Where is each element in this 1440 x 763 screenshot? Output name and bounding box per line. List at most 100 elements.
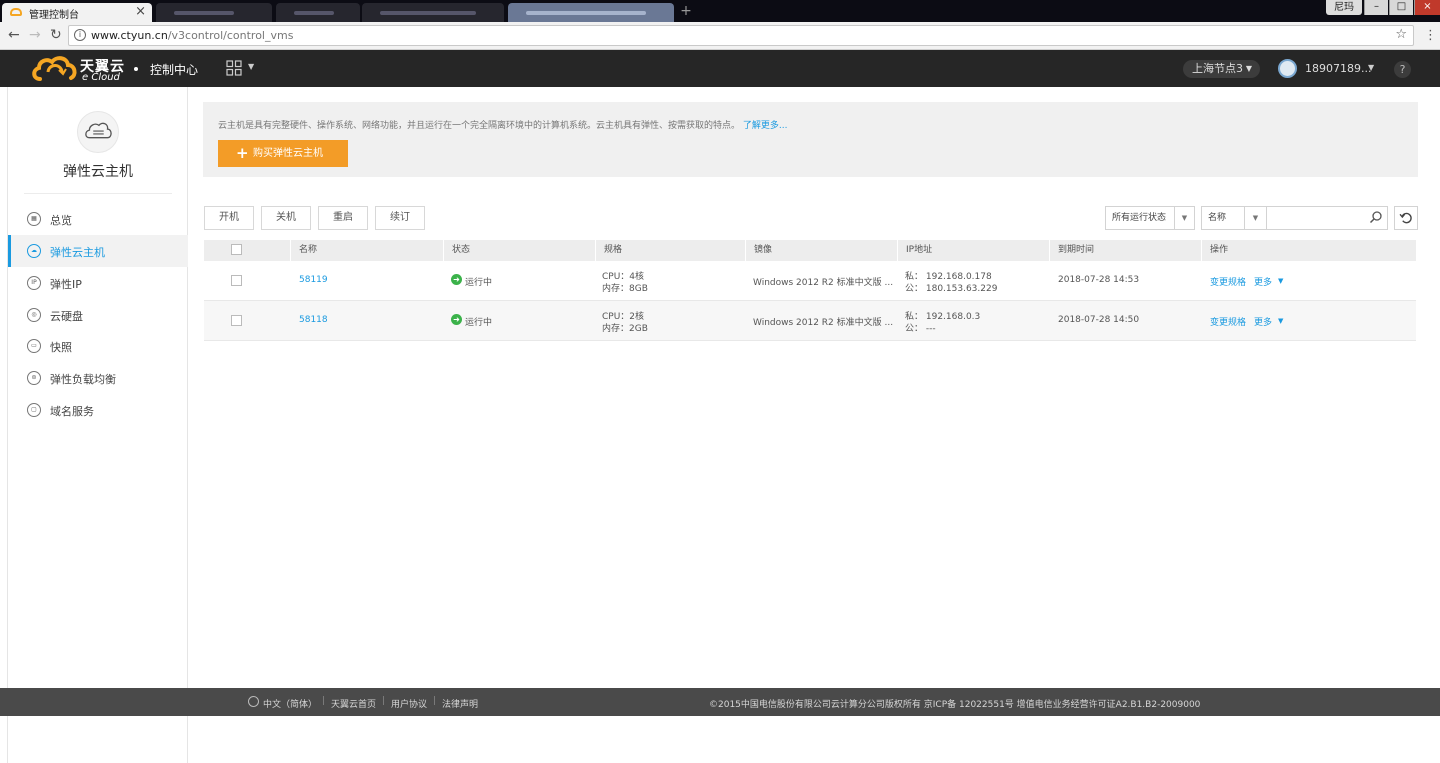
status-badge: 运行中 bbox=[465, 278, 493, 288]
column-header-name[interactable]: 名称 bbox=[290, 240, 442, 261]
public-ip: 公： --- bbox=[905, 324, 936, 334]
restart-button[interactable]: 重启 bbox=[318, 206, 368, 230]
footer: 中文（简体） | 天翼云首页 | 用户协议 | 法律声明 ©2015中国电信股份… bbox=[0, 688, 1440, 716]
search-icon[interactable] bbox=[1369, 210, 1383, 224]
user-name[interactable]: 18907189... bbox=[1305, 62, 1371, 75]
info-panel: 云主机是具有完整硬件、操作系统、网络功能，并且运行在一个完全隔离环境中的计算机系… bbox=[203, 102, 1418, 177]
select-all-checkbox[interactable] bbox=[231, 244, 242, 255]
column-header-ip[interactable]: IP地址 bbox=[897, 240, 1049, 261]
new-tab-button[interactable]: + bbox=[678, 3, 694, 19]
more-actions-link[interactable]: 更多 bbox=[1254, 275, 1272, 288]
stop-button[interactable]: 关机 bbox=[261, 206, 311, 230]
ctyun-favicon-icon bbox=[10, 8, 22, 16]
window-close-button[interactable]: × bbox=[1414, 0, 1440, 15]
search-field-select[interactable]: 名称 ▼ bbox=[1201, 206, 1267, 230]
sidebar-item-snapshot[interactable]: ▭ 快照 bbox=[8, 330, 188, 362]
forward-arrow-icon[interactable]: → bbox=[29, 27, 41, 43]
vm-icon: ☁ bbox=[27, 244, 41, 258]
sidebar-item-disk[interactable]: ◎ 云硬盘 bbox=[8, 299, 188, 331]
sidebar-title: 弹性云主机 bbox=[63, 164, 133, 180]
sidebar-item-label: 域名服务 bbox=[50, 405, 94, 418]
row-checkbox[interactable] bbox=[231, 275, 242, 286]
region-label: 上海节点3 bbox=[1192, 62, 1243, 75]
divider: | bbox=[433, 696, 437, 706]
apps-grid-icon[interactable] bbox=[226, 60, 242, 76]
sidebar-item-vm[interactable]: ☁ 弹性云主机 bbox=[8, 235, 188, 267]
row-checkbox[interactable] bbox=[231, 315, 242, 326]
expire-time: 2018-07-28 14:50 bbox=[1058, 315, 1140, 325]
load-balancer-icon: ⊜ bbox=[27, 371, 41, 385]
change-spec-link[interactable]: 变更规格 bbox=[1210, 275, 1246, 288]
spec-memory: 内存：8GB bbox=[602, 284, 648, 294]
back-arrow-icon[interactable]: ← bbox=[8, 27, 20, 43]
tab-background[interactable] bbox=[276, 3, 360, 22]
status-filter-value: 所有运行状态 bbox=[1112, 213, 1167, 223]
reload-icon[interactable]: ↻ bbox=[50, 27, 62, 43]
image-name: Windows 2012 R2 标准中文版 ... bbox=[753, 318, 894, 328]
chevron-down-icon[interactable]: ▼ bbox=[248, 62, 254, 71]
tab-console[interactable]: 管理控制台 × bbox=[2, 3, 152, 22]
sidebar-item-overview[interactable]: ▦ 总览 bbox=[8, 203, 188, 235]
column-header-actions: 操作 bbox=[1201, 240, 1416, 261]
info-icon[interactable]: i bbox=[74, 29, 86, 41]
home-link[interactable]: 天翼云首页 bbox=[331, 697, 376, 710]
maximize-button[interactable]: □ bbox=[1389, 0, 1413, 15]
change-spec-link[interactable]: 变更规格 bbox=[1210, 315, 1246, 328]
url-path: /v3control/control_vms bbox=[167, 29, 294, 42]
tab-background[interactable] bbox=[156, 3, 272, 22]
learn-more-link[interactable]: 了解更多... bbox=[743, 121, 788, 131]
sidebar-item-label: 弹性IP bbox=[50, 278, 82, 291]
tab-background[interactable] bbox=[508, 3, 674, 22]
language-link[interactable]: 中文（简体） bbox=[263, 697, 317, 710]
minimize-button[interactable]: – bbox=[1364, 0, 1388, 15]
status-badge: 运行中 bbox=[465, 318, 493, 328]
sidebar-item-eip[interactable]: IP 弹性IP bbox=[8, 267, 188, 299]
tab-background[interactable] bbox=[362, 3, 504, 22]
agreement-link[interactable]: 用户协议 bbox=[391, 697, 427, 710]
disk-icon: ◎ bbox=[27, 308, 41, 322]
table-row[interactable]: 58118 ➜ 运行中 CPU：2核 内存：2GB Windows 2012 R… bbox=[204, 301, 1416, 341]
column-header-spec[interactable]: 规格 bbox=[595, 240, 745, 261]
browser-user-badge[interactable]: 尼玛 bbox=[1326, 0, 1362, 15]
help-icon[interactable]: ? bbox=[1394, 61, 1411, 78]
sidebar-item-elb[interactable]: ⊜ 弹性负载均衡 bbox=[8, 362, 188, 394]
browser-menu-icon[interactable]: ⋮ bbox=[1424, 28, 1437, 43]
url-host: www.ctyun.cn bbox=[91, 29, 168, 42]
sidebar-item-dns[interactable]: ▢ 域名服务 bbox=[8, 394, 188, 426]
vm-name-link[interactable]: 58118 bbox=[299, 315, 328, 325]
sidebar-item-label: 总览 bbox=[50, 214, 72, 227]
site-header: 天翼云 e Cloud 控制中心 ▼ 上海节点3 ▼ 18907189... ▼… bbox=[0, 50, 1440, 87]
start-button[interactable]: 开机 bbox=[204, 206, 254, 230]
divider: | bbox=[382, 696, 386, 706]
image-name: Windows 2012 R2 标准中文版 ... bbox=[753, 278, 894, 288]
column-header-expire[interactable]: 到期时间 bbox=[1049, 240, 1201, 261]
vm-name-link[interactable]: 58119 bbox=[299, 275, 328, 285]
table-row[interactable]: 58119 ➜ 运行中 CPU：4核 内存：8GB Windows 2012 R… bbox=[204, 261, 1416, 301]
column-header-image[interactable]: 镜像 bbox=[745, 240, 897, 261]
ip-icon: IP bbox=[27, 276, 41, 290]
chevron-down-icon: ▼ bbox=[1245, 64, 1252, 73]
renew-button[interactable]: 续订 bbox=[375, 206, 425, 230]
avatar[interactable] bbox=[1278, 59, 1297, 78]
legal-link[interactable]: 法律声明 bbox=[442, 697, 478, 710]
refresh-icon[interactable] bbox=[1394, 206, 1418, 230]
buy-vm-button[interactable]: + 购买弹性云主机 bbox=[218, 140, 348, 167]
console-title[interactable]: 控制中心 bbox=[150, 61, 198, 78]
chevron-down-icon[interactable]: ▼ bbox=[1368, 63, 1374, 72]
logo-subtext: e Cloud bbox=[82, 72, 120, 83]
snapshot-icon: ▭ bbox=[27, 339, 41, 353]
more-actions-link[interactable]: 更多 bbox=[1254, 315, 1272, 328]
bookmark-star-icon[interactable]: ☆ bbox=[1395, 27, 1407, 42]
region-selector[interactable]: 上海节点3 ▼ bbox=[1183, 60, 1260, 78]
description-text: 云主机是具有完整硬件、操作系统、网络功能，并且运行在一个完全隔离环境中的计算机系… bbox=[218, 121, 741, 131]
column-header-status[interactable]: 状态 bbox=[443, 240, 595, 261]
chevron-down-icon[interactable]: ▼ bbox=[1278, 277, 1283, 285]
dns-icon: ▢ bbox=[27, 403, 41, 417]
sidebar-item-label: 快照 bbox=[50, 341, 72, 354]
status-filter-select[interactable]: 所有运行状态 ▼ bbox=[1105, 206, 1195, 230]
close-icon[interactable]: × bbox=[135, 4, 146, 19]
ctyun-logo-icon[interactable] bbox=[31, 55, 77, 82]
search-field-value: 名称 bbox=[1208, 213, 1227, 223]
chevron-down-icon[interactable]: ▼ bbox=[1278, 317, 1283, 325]
url-field[interactable]: i www.ctyun.cn/v3control/control_vms ☆ bbox=[68, 25, 1414, 46]
